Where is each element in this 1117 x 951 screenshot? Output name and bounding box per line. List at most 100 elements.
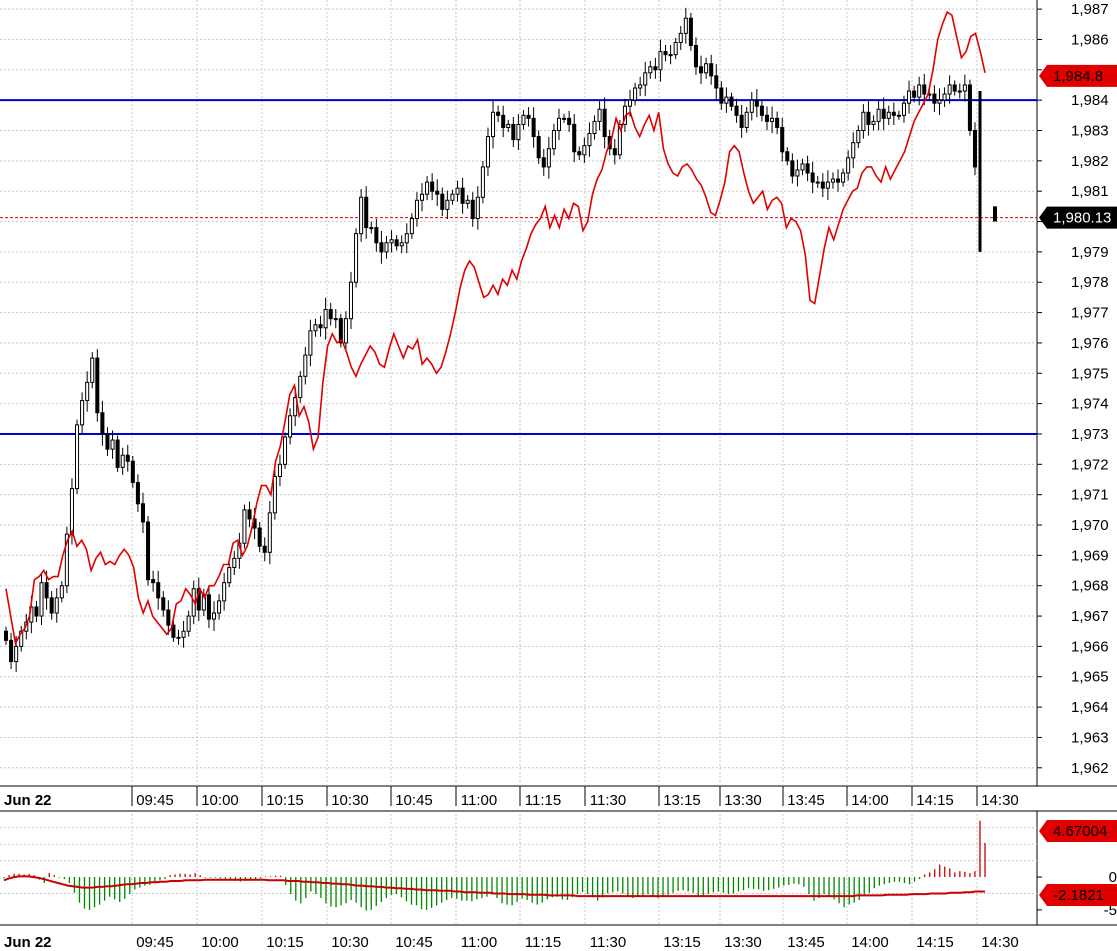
y-tick-label: 1,963 (1071, 729, 1109, 746)
candle (627, 99, 633, 107)
y-tick-label: 1,977 (1071, 305, 1109, 322)
x-tick-label: 11:00 (461, 792, 497, 809)
candle (541, 157, 546, 168)
candle (242, 509, 247, 544)
candle (729, 96, 734, 107)
last-candle (993, 206, 997, 222)
osc-x-tick-label: 10:45 (395, 934, 433, 951)
candle (912, 90, 917, 98)
candle (222, 582, 227, 602)
candle (861, 111, 866, 131)
candle (770, 117, 775, 122)
candle (277, 463, 282, 477)
candle (851, 142, 856, 159)
osc-x-tick-label: 10:30 (331, 934, 369, 951)
candle (343, 318, 348, 344)
candle (952, 84, 957, 92)
candle (176, 636, 181, 639)
candle (714, 75, 719, 89)
candle (896, 114, 901, 117)
candle (582, 145, 587, 156)
candle (562, 117, 567, 120)
candle (704, 63, 709, 74)
candle (435, 190, 440, 195)
candle (34, 606, 39, 617)
candle (947, 84, 952, 95)
candle (886, 111, 891, 119)
candle (419, 193, 425, 201)
candle (181, 630, 186, 638)
candle (85, 381, 90, 402)
candle (161, 597, 166, 611)
x-tick-label: 11:15 (525, 792, 561, 809)
candle (825, 181, 830, 189)
chart-window: 1,9871,9861,9851,9841,9831,9821,9811,980… (0, 0, 1117, 951)
candle (151, 579, 156, 584)
y-tick-label: 1,983 (1071, 122, 1109, 139)
candle (744, 111, 749, 128)
candle (805, 163, 810, 174)
x-tick-label: 14:15 (916, 792, 954, 809)
price-chart-svg: 1,9871,9861,9851,9841,9831,9821,9811,980… (0, 0, 1117, 951)
candle (734, 105, 739, 116)
candle (891, 111, 896, 116)
osc-x-tick-label: 09:45 (136, 934, 174, 951)
candle (14, 645, 19, 663)
candle (384, 242, 389, 253)
candle (318, 324, 323, 329)
candle (323, 309, 328, 329)
candle (156, 582, 161, 599)
candle (957, 90, 962, 93)
candle (775, 117, 780, 128)
candle (526, 114, 531, 119)
candle (846, 157, 851, 174)
candle (445, 199, 450, 210)
osc-x-tick-label: 11:15 (525, 934, 561, 951)
candle (430, 181, 435, 192)
candle (303, 354, 308, 377)
x-tick-label: Jun 22 (4, 792, 52, 809)
candle (876, 108, 881, 122)
candle (922, 84, 927, 95)
candle (785, 151, 790, 162)
candle (749, 99, 754, 113)
candle (764, 114, 770, 122)
candle (389, 239, 394, 244)
y-tick-label: 1,975 (1071, 365, 1109, 382)
candle (536, 136, 541, 159)
candle (724, 96, 729, 104)
y-tick-label: 1,987 (1071, 1, 1109, 18)
candle (668, 54, 673, 57)
candle (211, 612, 217, 620)
candle (404, 233, 409, 244)
candle (962, 84, 967, 92)
candle (75, 424, 80, 490)
candle (348, 281, 354, 320)
candle (856, 129, 861, 144)
x-tick-label: 13:15 (663, 792, 701, 809)
candle (972, 129, 978, 168)
osc-x-tick-label: 10:15 (266, 934, 304, 951)
candle (648, 66, 653, 74)
candle (633, 87, 638, 101)
y-tick-label: 1,966 (1071, 638, 1109, 655)
candle (267, 512, 272, 553)
candle (678, 32, 683, 43)
y-tick-label: 1,967 (1071, 608, 1109, 625)
y-tick-label: 1,981 (1071, 183, 1109, 200)
candle (364, 196, 369, 229)
candle (425, 181, 430, 195)
candle (491, 111, 496, 138)
y-tick-label: 1,970 (1071, 517, 1109, 534)
x-tick-label: 13:45 (787, 792, 825, 809)
candle (272, 475, 277, 514)
y-tick-label: 1,978 (1071, 274, 1109, 291)
candle (577, 151, 582, 156)
y-tick-label: 1,982 (1071, 153, 1109, 170)
candle (759, 105, 764, 116)
candle (643, 72, 648, 86)
candle (485, 136, 490, 168)
osc-y-tick-label: 0 (1109, 869, 1117, 886)
candle (409, 218, 414, 235)
candle (135, 482, 140, 505)
